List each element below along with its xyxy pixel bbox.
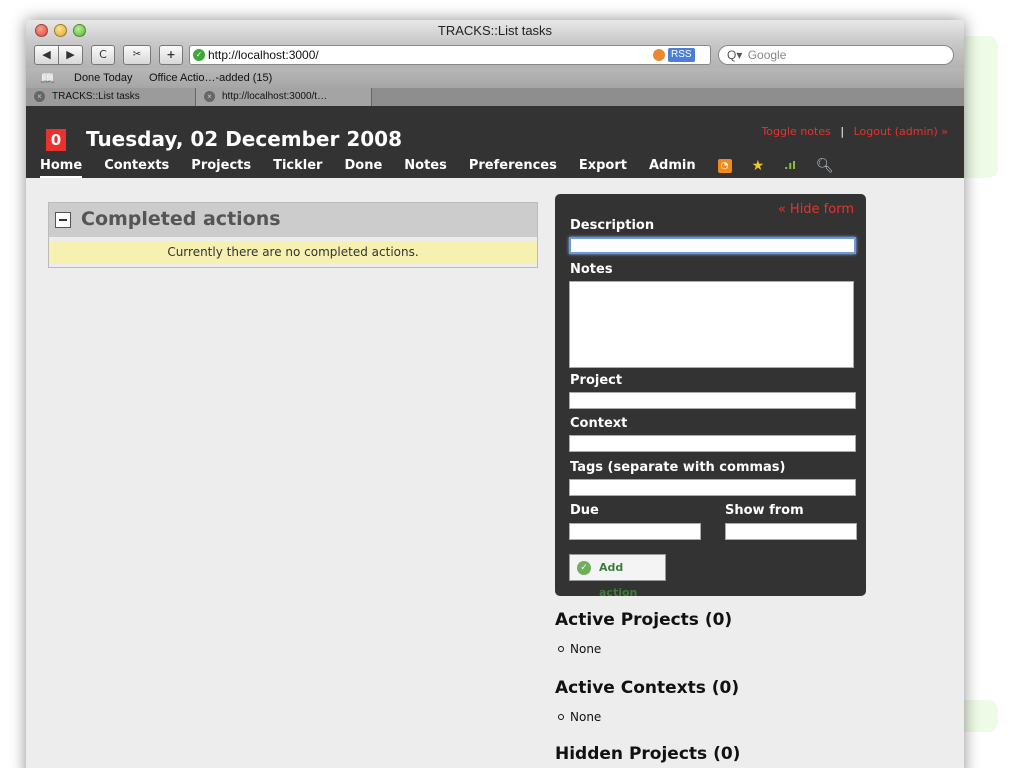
tab-label: TRACKS::List tasks (52, 91, 140, 102)
snapback-button[interactable]: ✂ (123, 45, 151, 65)
empty-message: Currently there are no completed actions… (49, 241, 537, 263)
search-icon[interactable]: 🔍︎ (816, 158, 834, 178)
completed-actions-panel: Completed actions Currently there are no… (48, 202, 538, 268)
back-button[interactable]: ◀ (34, 45, 59, 65)
header-links: Toggle notes | Logout (admin) » (761, 125, 948, 138)
hide-form-link[interactable]: « Hide form (778, 202, 854, 217)
background-panel (958, 700, 998, 732)
bookmarks-book-icon[interactable]: 📖 (40, 68, 55, 88)
due-label: Due (570, 503, 599, 518)
link-separator: | (840, 125, 845, 138)
window-title: TRACKS::List tasks (437, 23, 553, 38)
bullet-icon (558, 714, 564, 720)
description-field[interactable] (569, 237, 856, 254)
nav-tickler[interactable]: Tickler (273, 158, 322, 178)
snapback-url-icon[interactable] (653, 49, 665, 61)
search-icon: Q▾ (727, 48, 743, 62)
rss-badge[interactable]: RSS (668, 48, 695, 62)
due-field[interactable] (569, 523, 701, 540)
background-panel (958, 36, 998, 178)
rss-icon[interactable]: ◔ (717, 159, 732, 173)
show-from-field[interactable] (725, 523, 857, 540)
main-nav: Home Contexts Projects Tickler Done Note… (40, 158, 854, 178)
logout-link[interactable]: Logout (admin) » (854, 125, 948, 138)
url-text: http://localhost:3000/ (208, 48, 319, 62)
tab-label: http://localhost:3000/t… (222, 91, 328, 102)
add-action-label: Add action (599, 561, 638, 599)
toggle-notes-link[interactable]: Toggle notes (761, 125, 830, 138)
bookmarks-bar: 📖 Done Today Office Actio…-added (15) (26, 68, 964, 88)
page-header: 0 Tuesday, 02 December 2008 Toggle notes… (26, 106, 964, 178)
site-check-icon: ✓ (193, 49, 205, 61)
page-title: Tuesday, 02 December 2008 (86, 127, 402, 151)
bullet-icon (558, 646, 564, 652)
project-label: Project (570, 373, 623, 388)
completed-actions-title: Completed actions (81, 208, 281, 230)
nav-notes[interactable]: Notes (404, 158, 447, 178)
nav-projects[interactable]: Projects (191, 158, 251, 178)
bookmark-item[interactable]: Office Actio…-added (15) (149, 68, 272, 88)
forward-button[interactable]: ▶ (58, 45, 83, 65)
active-projects-heading: Active Projects (0) (555, 610, 733, 630)
completed-actions-header: Completed actions (49, 203, 537, 237)
check-icon: ✓ (577, 561, 591, 575)
address-bar[interactable]: ✓ http://localhost:3000/ RSS (189, 45, 711, 65)
zoom-window-button[interactable] (73, 24, 86, 37)
tab-tracks[interactable]: × TRACKS::List tasks (26, 88, 196, 106)
stats-icon[interactable]: .ıl (784, 158, 796, 178)
tags-field[interactable] (569, 479, 856, 496)
context-label: Context (570, 416, 628, 431)
list-item-label: None (570, 710, 602, 724)
context-field[interactable] (569, 435, 856, 452)
close-tab-icon[interactable]: × (34, 91, 45, 102)
collapse-icon[interactable] (55, 212, 71, 228)
hidden-projects-heading: Hidden Projects (0) (555, 744, 741, 764)
list-item: None (558, 642, 601, 656)
close-tab-icon[interactable]: × (204, 91, 215, 102)
tags-label: Tags (separate with commas) (570, 460, 786, 475)
bookmark-item[interactable]: Done Today (74, 68, 133, 88)
minimize-window-button[interactable] (54, 24, 67, 37)
star-icon[interactable]: ★ (752, 158, 765, 178)
reload-button[interactable]: C (91, 45, 115, 65)
add-action-button[interactable]: ✓ Add action (569, 554, 666, 599)
search-placeholder: Google (747, 48, 787, 62)
show-from-label: Show from (725, 503, 804, 518)
list-item: None (558, 710, 601, 724)
nav-preferences[interactable]: Preferences (469, 158, 557, 178)
tab-bar: × TRACKS::List tasks × http://localhost:… (26, 88, 964, 106)
browser-toolbar: ◀ ▶ C ✂ + ✓ http://localhost:3000/ RSS Q… (26, 42, 964, 68)
nav-contexts[interactable]: Contexts (104, 158, 169, 178)
nav-done[interactable]: Done (344, 158, 382, 178)
new-action-form: « Hide form Description Notes Project Co… (555, 194, 866, 599)
notes-field[interactable] (569, 281, 854, 368)
list-item-label: None (570, 642, 602, 656)
project-field[interactable] (569, 392, 856, 409)
title-bar: TRACKS::List tasks (26, 20, 964, 42)
search-input[interactable]: Q▾ Google (718, 45, 954, 65)
nav-export[interactable]: Export (579, 158, 627, 178)
nav-admin[interactable]: Admin (649, 158, 696, 178)
snapback-icon: ✂ (132, 49, 142, 60)
notes-label: Notes (570, 262, 613, 277)
close-window-button[interactable] (35, 24, 48, 37)
tab-localhost[interactable]: × http://localhost:3000/t… (196, 88, 372, 106)
description-label: Description (570, 218, 655, 233)
active-contexts-heading: Active Contexts (0) (555, 678, 740, 698)
nav-home[interactable]: Home (40, 158, 83, 178)
browser-window: TRACKS::List tasks ◀ ▶ C ✂ + ✓ http://lo… (26, 20, 964, 768)
add-bookmark-button[interactable]: + (159, 45, 183, 65)
action-count-badge: 0 (46, 129, 66, 151)
